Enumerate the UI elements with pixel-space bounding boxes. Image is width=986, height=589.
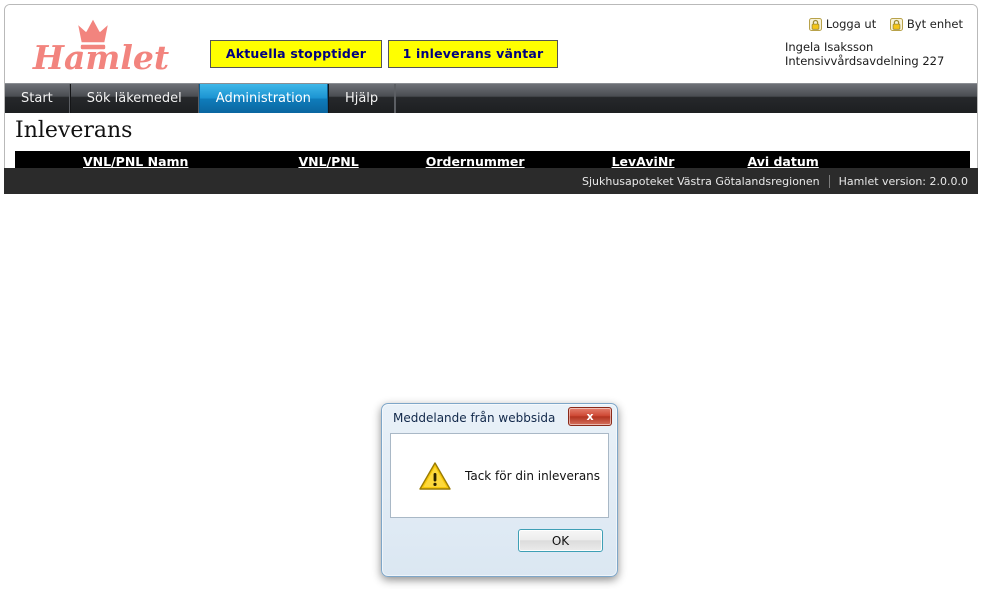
account-links: Logga ut Byt enhet — [783, 17, 963, 34]
aktuella-stopptider-button[interactable]: Aktuella stopptider — [210, 40, 382, 68]
nav-item-start[interactable]: Start — [5, 84, 70, 113]
dialog-body: Tack för din inleverans — [390, 433, 609, 518]
hamlet-logo: Hamlet — [15, 11, 187, 79]
footer-organization: Sjukhusapoteket Västra Götalandsregionen — [581, 174, 820, 188]
logout-link[interactable]: Logga ut — [808, 17, 877, 31]
column-header-vnl-pnl[interactable]: VNL/PNL — [298, 154, 358, 169]
inleverans-vantar-button[interactable]: 1 inleverans väntar — [388, 40, 558, 68]
nav-item-administration[interactable]: Administration — [198, 84, 328, 113]
lock-icon — [889, 17, 903, 31]
warning-icon — [419, 461, 451, 491]
user-account-block: Logga ut Byt enhet Ingela Isaksson Inten… — [783, 17, 963, 68]
dialog-title-bar: Meddelande från webbsida x — [382, 404, 617, 432]
nav-item-sok-lakemedel[interactable]: Sök läkemedel — [69, 84, 199, 113]
change-unit-label: Byt enhet — [906, 17, 963, 31]
logout-label: Logga ut — [825, 17, 877, 31]
page-title: Inleverans — [15, 118, 133, 143]
column-header-ordernummer[interactable]: Ordernummer — [426, 154, 525, 169]
svg-text:Hamlet: Hamlet — [32, 38, 169, 77]
footer-divider — [828, 174, 830, 188]
dialog-title: Meddelande från webbsida — [393, 411, 556, 425]
dialog-button-bar: OK — [390, 518, 609, 563]
column-header-avi-datum[interactable]: Avi datum — [747, 154, 818, 169]
change-unit-link[interactable]: Byt enhet — [889, 17, 963, 31]
user-name: Ingela Isaksson — [785, 39, 874, 54]
lock-icon — [808, 17, 822, 31]
nav-filler — [395, 84, 977, 113]
user-department: Intensivvårdsavdelning 227 — [785, 53, 945, 68]
webpage-message-dialog: Meddelande från webbsida x Tack för din … — [381, 403, 618, 577]
nav-item-hjalp[interactable]: Hjälp — [327, 84, 396, 113]
dialog-message: Tack för din inleverans — [465, 468, 601, 483]
main-navigation: Start Sök läkemedel Administration Hjälp — [5, 83, 977, 113]
site-header: Hamlet Aktuella stopptider 1 inleverans … — [5, 5, 977, 83]
column-header-levavinr[interactable]: LevAviNr — [612, 154, 675, 169]
close-icon[interactable]: x — [568, 407, 612, 426]
site-footer: Sjukhusapoteket Västra Götalandsregionen… — [4, 168, 978, 194]
ok-button[interactable]: OK — [518, 529, 603, 552]
page-container: Hamlet Aktuella stopptider 1 inleverans … — [4, 4, 978, 187]
footer-version: Hamlet version: 2.0.0.0 — [838, 174, 968, 188]
column-header-vnl-pnl-namn[interactable]: VNL/PNL Namn — [83, 154, 188, 169]
